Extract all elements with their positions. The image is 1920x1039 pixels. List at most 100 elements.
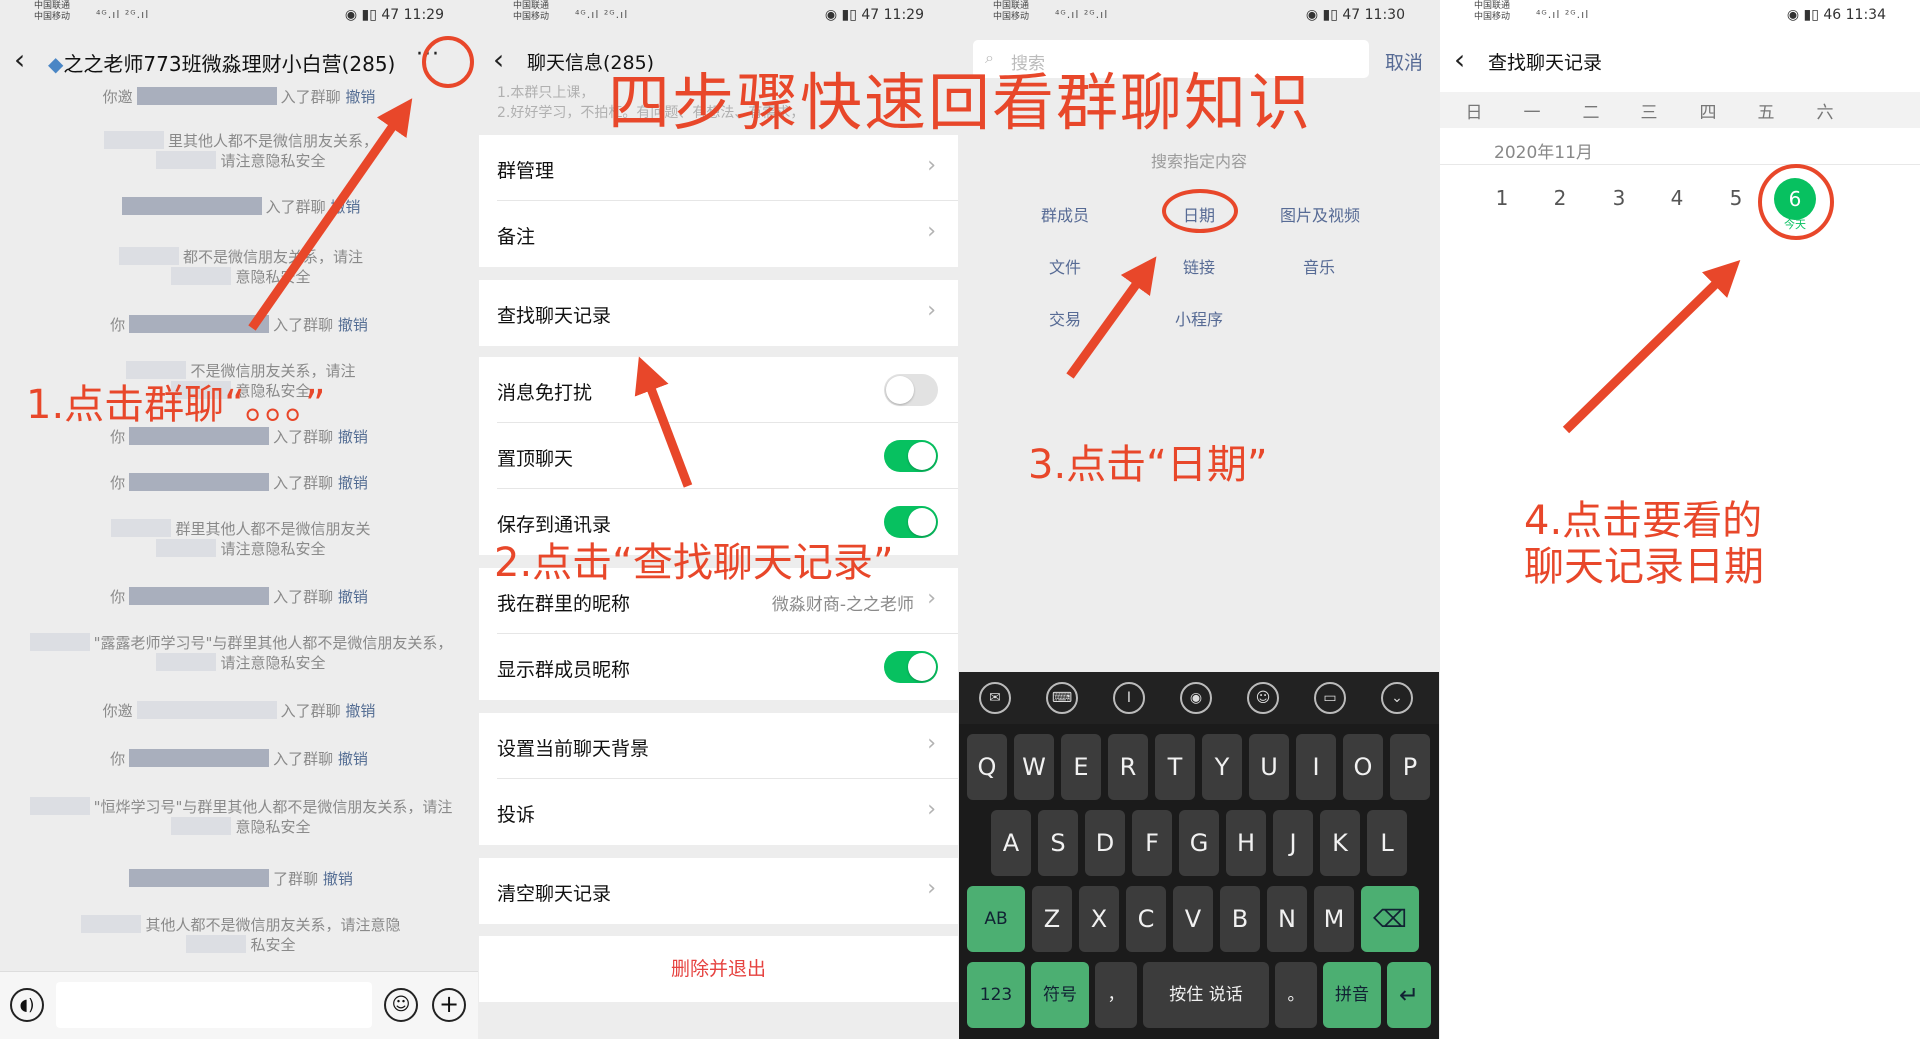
collapse-icon[interactable]: ⌄ xyxy=(1381,682,1413,714)
key-numbers[interactable]: 123 xyxy=(967,962,1025,1028)
voice-input-icon[interactable]: ◉ xyxy=(1180,682,1212,714)
chevron-right-icon: › xyxy=(927,797,936,822)
wechat-icon[interactable]: ✉ xyxy=(979,682,1011,714)
blur-block xyxy=(111,519,172,537)
category-media[interactable]: 图片及视频 xyxy=(1255,202,1385,226)
message-text: "恒烨学习号"与群里其他人都不是微信朋友关系，请注 xyxy=(93,798,453,816)
row-clear-history[interactable]: 清空聊天记录 › xyxy=(479,858,958,924)
revoke-link[interactable]: 撤销 xyxy=(338,428,368,446)
row-remark[interactable]: 备注 › xyxy=(479,201,958,267)
key-f[interactable]: F xyxy=(1132,810,1172,876)
pin-toggle[interactable] xyxy=(884,440,938,472)
revoke-link[interactable]: 撤销 xyxy=(338,316,368,334)
revoke-link[interactable]: 撤销 xyxy=(323,870,353,888)
key-t[interactable]: T xyxy=(1155,734,1195,800)
revoke-link[interactable]: 撤销 xyxy=(338,588,368,606)
back-icon[interactable]: ‹ xyxy=(1454,46,1465,74)
revoke-link[interactable]: 撤销 xyxy=(330,198,360,216)
blur-block xyxy=(103,131,164,149)
plus-icon[interactable]: + xyxy=(432,988,466,1022)
keyboard: ✉ ⌨ I ◉ ☺ ▭ ⌄ Q W E R T Y U I O P A S D F G H J K L AB Z X C V B… xyxy=(959,672,1439,1039)
back-icon[interactable]: ‹ xyxy=(493,46,504,74)
key-k[interactable]: K xyxy=(1320,810,1360,876)
message-text: 群里其他人都不是微信朋友关 xyxy=(175,520,371,538)
key-z[interactable]: Z xyxy=(1032,886,1072,952)
key-shift-ab[interactable]: AB xyxy=(967,886,1025,952)
key-x[interactable]: X xyxy=(1079,886,1119,952)
category-links[interactable]: 链接 xyxy=(1143,254,1255,278)
row-search-history[interactable]: 查找聊天记录 › xyxy=(479,280,958,346)
row-show-names: 显示群成员昵称 xyxy=(479,634,958,700)
key-v[interactable]: V xyxy=(1173,886,1213,952)
chevron-right-icon: › xyxy=(927,731,936,756)
revoke-link[interactable]: 撤销 xyxy=(338,474,368,492)
keyboard-icon[interactable]: ⌨ xyxy=(1046,682,1078,714)
system-message: "露露老师学习号"与群里其他人都不是微信朋友关系， xyxy=(20,632,458,653)
message-input[interactable] xyxy=(56,982,372,1028)
key-d[interactable]: D xyxy=(1085,810,1125,876)
key-l[interactable]: L xyxy=(1367,810,1407,876)
clipboard-icon[interactable]: ▭ xyxy=(1314,682,1346,714)
status-time: ◉ ▮▯ 47 11:29 xyxy=(344,7,444,23)
status-bar: 中国联通 中国移动 ⁴ᴳ.ıl ²ᴳ.ıl ◉ ▮▯ 47 11:29 xyxy=(0,0,478,28)
key-w[interactable]: W xyxy=(1014,734,1054,800)
key-u[interactable]: U xyxy=(1249,734,1289,800)
blur-block xyxy=(129,315,270,333)
key-r[interactable]: R xyxy=(1108,734,1148,800)
key-p[interactable]: P xyxy=(1390,734,1430,800)
chevron-right-icon: › xyxy=(927,298,936,323)
calendar-day[interactable]: 4 xyxy=(1643,186,1711,210)
cursor-icon[interactable]: I xyxy=(1113,682,1145,714)
step1-label: 1.点击群聊“。。。” xyxy=(26,382,326,428)
row-background[interactable]: 设置当前聊天背景 › xyxy=(479,713,958,779)
voice-icon[interactable]: ◖) xyxy=(10,988,44,1022)
calendar-day[interactable]: 2 xyxy=(1526,186,1594,210)
system-message: 群里其他人都不是微信朋友关 xyxy=(20,518,458,539)
key-backspace-icon[interactable]: ⌫ xyxy=(1361,886,1419,952)
message-text: 意隐私安全 xyxy=(235,818,311,836)
revoke-link[interactable]: 撤销 xyxy=(338,750,368,768)
blur-block xyxy=(29,797,90,815)
cancel-button[interactable]: 取消 xyxy=(1385,48,1423,75)
key-g[interactable]: G xyxy=(1179,810,1219,876)
row-group-manage[interactable]: 群管理 › xyxy=(479,135,958,201)
key-j[interactable]: J xyxy=(1273,810,1313,876)
key-period[interactable]: 。 xyxy=(1275,962,1317,1028)
back-icon[interactable]: ‹ xyxy=(14,46,25,74)
key-y[interactable]: Y xyxy=(1202,734,1242,800)
message-text: 入了群聊 xyxy=(273,474,334,492)
message-text: 入了群聊 xyxy=(280,88,341,106)
delete-exit-button[interactable]: 删除并退出 xyxy=(479,936,958,1002)
key-a[interactable]: A xyxy=(991,810,1031,876)
emoji-icon[interactable]: ☺ xyxy=(1247,682,1279,714)
show-names-toggle[interactable] xyxy=(884,651,938,683)
key-symbols[interactable]: 符号 xyxy=(1031,962,1089,1028)
category-music[interactable]: 音乐 xyxy=(1263,254,1375,278)
key-voice-input[interactable]: 按住 说话 xyxy=(1143,962,1269,1028)
key-o[interactable]: O xyxy=(1343,734,1383,800)
category-trades[interactable]: 交易 xyxy=(1009,306,1121,330)
key-enter-icon[interactable]: ↵ xyxy=(1387,962,1431,1028)
key-b[interactable]: B xyxy=(1220,886,1260,952)
row-report[interactable]: 投诉 › xyxy=(479,779,958,845)
system-message: 了群聊 撤销 xyxy=(20,868,458,889)
key-i[interactable]: I xyxy=(1296,734,1336,800)
key-c[interactable]: C xyxy=(1126,886,1166,952)
key-m[interactable]: M xyxy=(1314,886,1354,952)
carrier: 中国联通 中国移动 xyxy=(513,1,550,22)
revoke-link[interactable]: 撤销 xyxy=(345,702,375,720)
key-h[interactable]: H xyxy=(1226,810,1266,876)
revoke-link[interactable]: 撤销 xyxy=(345,88,375,106)
key-n[interactable]: N xyxy=(1267,886,1307,952)
key-pinyin[interactable]: 拼音 xyxy=(1323,962,1381,1028)
key-s[interactable]: S xyxy=(1038,810,1078,876)
category-members[interactable]: 群成员 xyxy=(1009,202,1121,226)
key-comma[interactable]: ， xyxy=(1095,962,1137,1028)
key-q[interactable]: Q xyxy=(967,734,1007,800)
category-files[interactable]: 文件 xyxy=(1009,254,1121,278)
mute-toggle[interactable] xyxy=(884,374,938,406)
category-miniprograms[interactable]: 小程序 xyxy=(1143,306,1255,330)
weekday: 六 xyxy=(1816,103,1834,123)
key-e[interactable]: E xyxy=(1061,734,1101,800)
emoji-icon[interactable]: ☺ xyxy=(384,988,418,1022)
